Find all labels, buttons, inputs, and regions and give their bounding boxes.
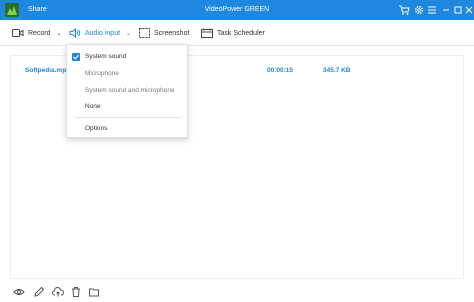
audio-input-menu: System sound Microphone System sound and… <box>66 44 188 138</box>
minimize-icon[interactable] <box>440 4 452 16</box>
record-button[interactable]: Record ⌄ <box>12 26 62 40</box>
speaker-icon <box>69 28 81 38</box>
video-camera-icon <box>12 29 24 37</box>
title-bar: Share VideoPower GREEN <box>0 0 474 20</box>
menu-item-microphone[interactable]: Microphone <box>67 67 187 81</box>
calendar-icon <box>201 28 213 38</box>
menu-item-options[interactable]: Options <box>67 122 187 136</box>
toolbar: Record ⌄ Audio input ⌄ Screenshot Task S… <box>0 20 474 46</box>
bottom-action-bar <box>0 282 474 302</box>
gear-icon[interactable] <box>413 4 425 16</box>
menu-item-label: System sound and microphone <box>85 87 175 94</box>
menu-item-label: None <box>85 103 101 110</box>
menu-item-system-sound-and-microphone[interactable]: System sound and microphone <box>67 84 187 98</box>
menu-item-system-sound[interactable]: System sound <box>67 50 187 64</box>
task-scheduler-button[interactable]: Task Scheduler <box>201 26 265 40</box>
eye-icon[interactable] <box>13 286 25 298</box>
file-duration: 00:00:15 <box>267 67 294 74</box>
folder-icon[interactable] <box>88 286 100 298</box>
close-icon[interactable] <box>463 4 474 16</box>
cart-icon[interactable] <box>398 4 410 16</box>
file-size: 345.7 KB <box>323 67 351 74</box>
menu-item-none[interactable]: None <box>67 100 187 114</box>
menu-item-label: Microphone <box>85 70 119 77</box>
menu-icon[interactable] <box>426 4 438 16</box>
file-name: Softpedia.mp4 <box>25 67 70 74</box>
checkmark-icon <box>72 53 80 61</box>
screenshot-button[interactable]: Screenshot <box>139 26 189 40</box>
edit-icon[interactable] <box>33 286 45 298</box>
chevron-down-icon: ⌄ <box>126 30 132 37</box>
record-label: Record <box>28 29 51 37</box>
task-scheduler-label: Task Scheduler <box>217 29 265 37</box>
chevron-down-icon: ⌄ <box>56 30 62 37</box>
menu-item-label: System sound <box>85 53 127 60</box>
screenshot-icon <box>139 28 150 38</box>
menu-divider <box>75 117 181 118</box>
screenshot-label: Screenshot <box>154 29 190 37</box>
audio-input-label: Audio input <box>85 29 121 37</box>
trash-icon[interactable] <box>70 286 82 298</box>
audio-input-button[interactable]: Audio input ⌄ <box>69 26 131 40</box>
menu-item-label: Options <box>85 125 108 132</box>
cloud-upload-icon[interactable] <box>52 286 64 298</box>
